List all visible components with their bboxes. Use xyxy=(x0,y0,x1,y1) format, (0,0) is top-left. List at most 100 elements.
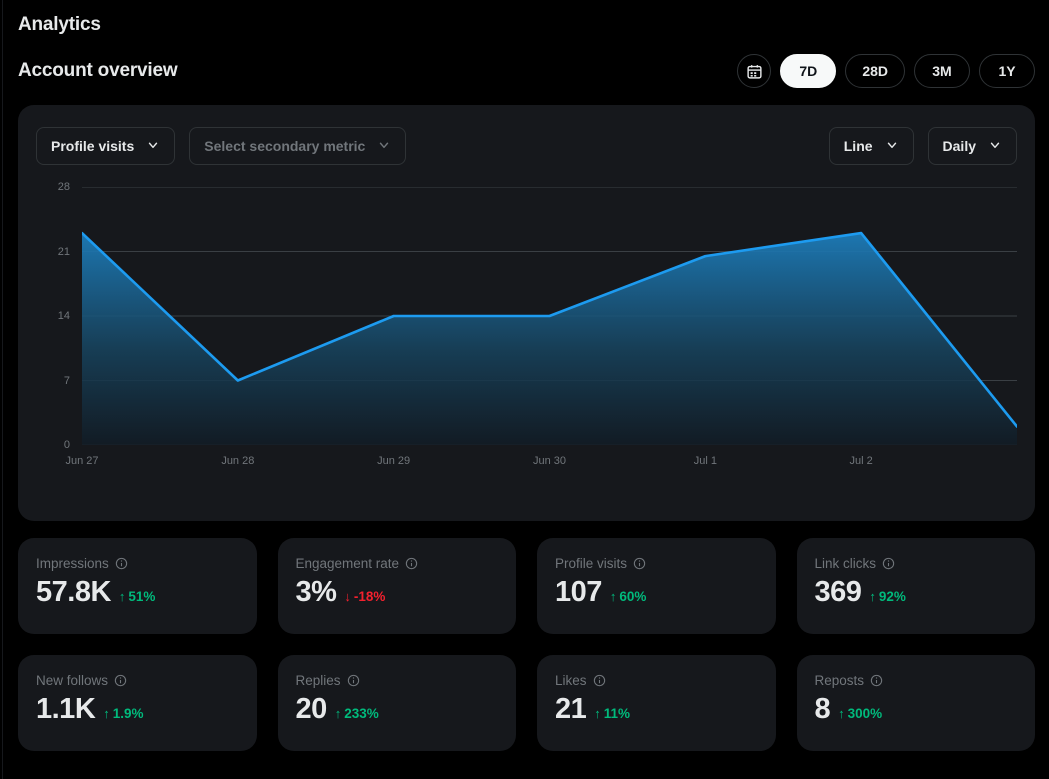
metric-label-text: Likes xyxy=(555,673,587,688)
chevron-down-icon xyxy=(377,138,391,155)
metric-label-text: Impressions xyxy=(36,556,109,571)
metric-card[interactable]: Replies 20 ↑233% xyxy=(278,655,517,751)
metric-card[interactable]: New follows1.1K↑1.9% xyxy=(18,655,257,751)
chart-card: Profile visits Select secondary metric L… xyxy=(18,105,1035,521)
chart-type-dropdown[interactable]: Line xyxy=(829,127,914,165)
metric-delta-value: -18% xyxy=(354,589,386,604)
metric-value: 20 xyxy=(296,694,327,726)
metric-value-row: 107 ↑60% xyxy=(555,577,758,609)
account-overview-header: Account overview 7D 28D 3M 1Y xyxy=(0,36,1049,88)
arrow-up-icon: ↑ xyxy=(594,707,601,720)
range-pill-28d[interactable]: 28D xyxy=(845,54,905,88)
x-axis-tick: Jun 29 xyxy=(377,455,410,467)
metric-delta: ↑233% xyxy=(335,706,379,721)
metric-delta: ↑60% xyxy=(610,589,647,604)
granularity-label: Daily xyxy=(943,138,976,154)
metric-value: 8 xyxy=(815,694,831,726)
secondary-metric-placeholder: Select secondary metric xyxy=(204,138,365,154)
info-icon[interactable] xyxy=(633,557,646,570)
info-icon[interactable] xyxy=(115,557,128,570)
arrow-up-icon: ↑ xyxy=(610,590,617,603)
y-axis-labels: 07142128 xyxy=(36,187,76,477)
metrics-grid: Impressions57.8K↑51%Engagement rate3%↓-1… xyxy=(0,521,1049,751)
info-icon[interactable] xyxy=(114,674,127,687)
metric-card[interactable]: Impressions57.8K↑51% xyxy=(18,538,257,634)
metric-value-row: 1.1K↑1.9% xyxy=(36,694,239,726)
y-axis-tick: 0 xyxy=(64,439,70,451)
metric-value: 57.8K xyxy=(36,577,111,609)
chart-plot: 07142128 Jun 27Jun 28Jun 29Jun 30Jul 1Ju… xyxy=(36,187,1017,477)
metric-label-text: Engagement rate xyxy=(296,556,400,571)
metric-label: Replies xyxy=(296,673,499,688)
metric-label: Likes xyxy=(555,673,758,688)
primary-metric-label: Profile visits xyxy=(51,138,134,154)
secondary-metric-dropdown[interactable]: Select secondary metric xyxy=(189,127,406,165)
metric-delta-value: 11% xyxy=(604,706,630,721)
range-pill-1y[interactable]: 1Y xyxy=(979,54,1035,88)
range-pill-3m[interactable]: 3M xyxy=(914,54,970,88)
metric-value-row: 57.8K↑51% xyxy=(36,577,239,609)
arrow-up-icon: ↑ xyxy=(335,707,342,720)
chevron-down-icon xyxy=(146,138,160,155)
metric-delta-value: 233% xyxy=(344,706,379,721)
arrow-up-icon: ↑ xyxy=(103,707,110,720)
metric-card[interactable]: Likes 21 ↑11% xyxy=(537,655,776,751)
arrow-down-icon: ↓ xyxy=(344,590,351,603)
metric-delta-value: 60% xyxy=(619,589,646,604)
metric-value-row: 21 ↑11% xyxy=(555,694,758,726)
line-chart-svg xyxy=(82,187,1017,445)
metric-value: 1.1K xyxy=(36,694,95,726)
y-axis-tick: 21 xyxy=(58,246,70,258)
calendar-icon-button[interactable] xyxy=(737,54,771,88)
metric-value: 107 xyxy=(555,577,602,609)
metric-label: Impressions xyxy=(36,556,239,571)
metric-label-text: Profile visits xyxy=(555,556,627,571)
metric-value-row: 20 ↑233% xyxy=(296,694,499,726)
range-pill-7d[interactable]: 7D xyxy=(780,54,836,88)
y-axis-tick: 14 xyxy=(58,310,70,322)
metric-delta: ↓-18% xyxy=(344,589,385,604)
info-icon[interactable] xyxy=(870,674,883,687)
date-range-selector: 7D 28D 3M 1Y xyxy=(737,54,1035,88)
metric-label-text: Replies xyxy=(296,673,341,688)
metric-label: Engagement rate xyxy=(296,556,499,571)
metric-delta-value: 300% xyxy=(848,706,883,721)
metric-value: 3% xyxy=(296,577,337,609)
x-axis-tick: Jun 27 xyxy=(65,455,98,467)
arrow-up-icon: ↑ xyxy=(869,590,876,603)
info-icon[interactable] xyxy=(405,557,418,570)
metric-label-text: New follows xyxy=(36,673,108,688)
arrow-up-icon: ↑ xyxy=(838,707,845,720)
chart-controls: Profile visits Select secondary metric L… xyxy=(36,127,1017,165)
x-axis-tick: Jun 30 xyxy=(533,455,566,467)
primary-metric-dropdown[interactable]: Profile visits xyxy=(36,127,175,165)
y-axis-tick: 7 xyxy=(64,375,70,387)
metric-delta: ↑300% xyxy=(838,706,882,721)
metric-card[interactable]: Profile visits 107 ↑60% xyxy=(537,538,776,634)
metric-card[interactable]: Engagement rate 3% ↓-18% xyxy=(278,538,517,634)
metric-delta: ↑11% xyxy=(594,706,630,721)
metric-value: 21 xyxy=(555,694,586,726)
info-icon[interactable] xyxy=(347,674,360,687)
granularity-dropdown[interactable]: Daily xyxy=(928,127,1017,165)
metric-label: Reposts xyxy=(815,673,1018,688)
x-axis-tick: Jun 28 xyxy=(221,455,254,467)
account-overview-title: Account overview xyxy=(18,60,177,82)
metric-delta-value: 92% xyxy=(879,589,906,604)
metric-label-text: Reposts xyxy=(815,673,865,688)
x-axis-labels: Jun 27Jun 28Jun 29Jun 30Jul 1Jul 2 xyxy=(82,455,1017,473)
info-icon[interactable] xyxy=(882,557,895,570)
chevron-down-icon xyxy=(988,138,1002,155)
metric-value-row: 8 ↑300% xyxy=(815,694,1018,726)
plot-area xyxy=(82,187,1017,445)
metric-card[interactable]: Link clicks369↑92% xyxy=(797,538,1036,634)
info-icon[interactable] xyxy=(593,674,606,687)
page-left-divider xyxy=(2,0,3,779)
chart-type-label: Line xyxy=(844,138,873,154)
metric-label: Link clicks xyxy=(815,556,1018,571)
arrow-up-icon: ↑ xyxy=(119,590,126,603)
metric-card[interactable]: Reposts 8 ↑300% xyxy=(797,655,1036,751)
metric-delta: ↑92% xyxy=(869,589,906,604)
chevron-down-icon xyxy=(885,138,899,155)
metric-label: Profile visits xyxy=(555,556,758,571)
